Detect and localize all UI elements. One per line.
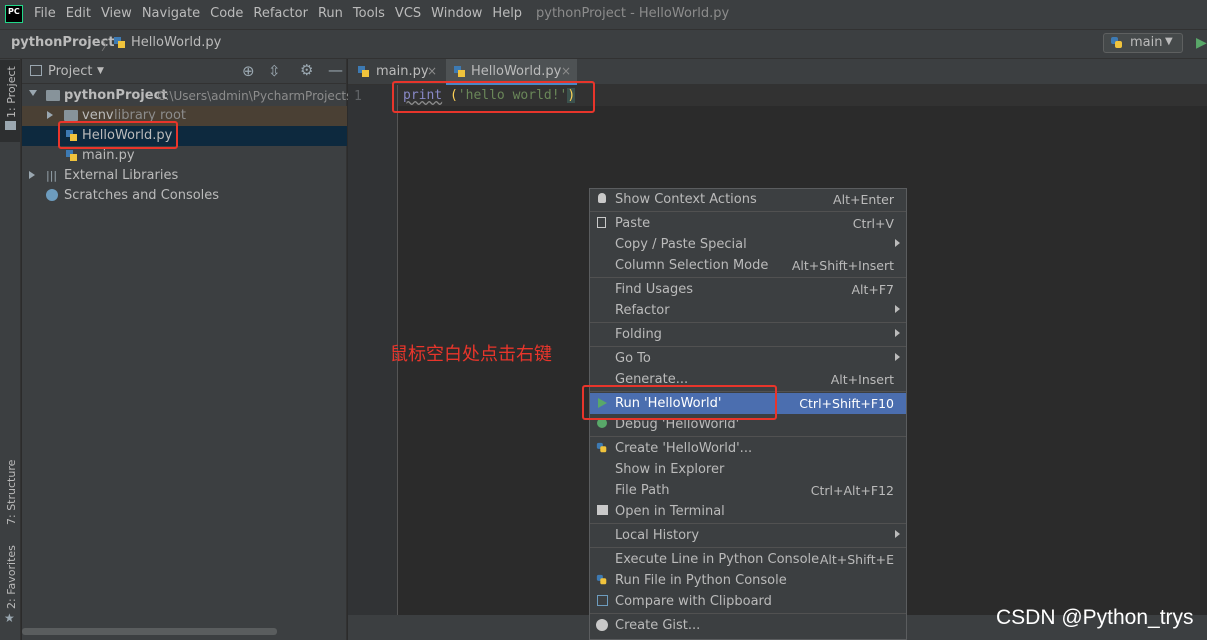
- python-file-icon: [66, 150, 77, 161]
- menu-execute-line-python-console[interactable]: Execute Line in Python Console Alt+Shift…: [590, 549, 906, 570]
- tab-helloworld-label[interactable]: HelloWorld.py: [471, 64, 561, 79]
- gear-icon[interactable]: ⚙: [300, 61, 313, 79]
- terminal-icon: [597, 505, 608, 515]
- menu-create-helloworld[interactable]: Create 'HelloWorld'...: [590, 438, 906, 459]
- submenu-arrow-icon: [895, 530, 900, 538]
- submenu-arrow-icon: [895, 329, 900, 337]
- menu-separator: [590, 547, 906, 548]
- menu-open-in-terminal[interactable]: Open in Terminal: [590, 501, 906, 522]
- menu-refactor[interactable]: Refactor: [590, 300, 906, 321]
- tree-root-path: C:\Users\admin\PycharmProjects: [157, 89, 353, 103]
- python-console-icon: [596, 574, 607, 585]
- project-panel-title[interactable]: Project: [48, 64, 92, 79]
- menu-vcs[interactable]: VCS: [395, 6, 421, 21]
- menu-copy-paste-special[interactable]: Copy / Paste Special: [590, 234, 906, 255]
- star-icon: ★: [4, 611, 15, 625]
- folder-icon: [64, 110, 78, 121]
- python-file-icon: [454, 66, 465, 77]
- menu-window[interactable]: Window: [431, 6, 482, 21]
- stripe-structure-label[interactable]: 7: Structure: [5, 460, 18, 525]
- library-icon: |||: [46, 169, 58, 182]
- tree-root-name[interactable]: pythonProject: [64, 88, 168, 103]
- menu-navigate[interactable]: Navigate: [142, 6, 200, 21]
- run-play-icon[interactable]: ▶: [1196, 35, 1207, 51]
- close-icon[interactable]: ×: [427, 64, 437, 78]
- menu-compare-with-clipboard[interactable]: Compare with Clipboard: [590, 591, 906, 612]
- folder-icon: [5, 121, 16, 130]
- stripe-favorites-label[interactable]: 2: Favorites: [5, 545, 18, 609]
- menu-separator: [590, 277, 906, 278]
- python-file-icon: [114, 37, 125, 48]
- menu-separator: [590, 322, 906, 323]
- breadcrumb-file[interactable]: HelloWorld.py: [131, 35, 221, 50]
- submenu-arrow-icon: [895, 353, 900, 361]
- tree-item-main[interactable]: main.py: [82, 148, 135, 163]
- stripe-project-label[interactable]: 1: Project: [5, 66, 18, 118]
- folder-icon: [46, 90, 60, 101]
- menu-separator: [590, 613, 906, 614]
- menu-show-in-explorer[interactable]: Show in Explorer: [590, 459, 906, 480]
- line-number: 1: [354, 89, 362, 104]
- watermark: CSDN @Python_trys: [996, 606, 1194, 629]
- github-icon: [596, 619, 608, 631]
- menu-create-gist[interactable]: Create Gist...: [590, 615, 906, 636]
- breadcrumb-project[interactable]: pythonProject: [11, 35, 115, 50]
- python-icon: [1111, 37, 1122, 48]
- collapse-all-icon[interactable]: ⇳: [268, 62, 281, 80]
- menu-folding[interactable]: Folding: [590, 324, 906, 345]
- tree-item-external-libraries[interactable]: External Libraries: [64, 168, 178, 183]
- menu-separator: [590, 523, 906, 524]
- annotation-box-file: [58, 121, 178, 149]
- collapse-arrow-icon[interactable]: [47, 111, 53, 119]
- menu-go-to[interactable]: Go To: [590, 348, 906, 369]
- annotation-text: 鼠标空白处点击右键: [390, 344, 552, 365]
- horizontal-scrollbar[interactable]: [22, 628, 277, 635]
- tree-item-scratches[interactable]: Scratches and Consoles: [64, 188, 219, 203]
- menu-run-file-python-console[interactable]: Run File in Python Console: [590, 570, 906, 591]
- main-menu: File Edit View Navigate Code Refactor Ru…: [34, 6, 532, 21]
- menu-find-usages[interactable]: Find Usages Alt+F7: [590, 279, 906, 300]
- close-icon[interactable]: ×: [561, 64, 571, 78]
- paste-icon: [597, 217, 606, 228]
- submenu-arrow-icon: [895, 239, 900, 247]
- menu-code[interactable]: Code: [210, 6, 243, 21]
- menu-edit[interactable]: Edit: [66, 6, 91, 21]
- menu-show-context-actions[interactable]: Show Context Actions Alt+Enter: [590, 189, 906, 210]
- menu-run[interactable]: Run: [318, 6, 343, 21]
- window-title: pythonProject - HelloWorld.py: [536, 6, 730, 21]
- menu-refactor[interactable]: Refactor: [253, 6, 308, 21]
- menu-help[interactable]: Help: [492, 6, 522, 21]
- scratches-icon: [46, 189, 58, 201]
- annotation-box-run: [582, 385, 777, 420]
- locate-crosshair-icon[interactable]: ⊕: [242, 62, 255, 80]
- python-icon: [596, 442, 607, 453]
- menu-separator: [590, 436, 906, 437]
- menu-tools[interactable]: Tools: [353, 6, 385, 21]
- tab-main-label[interactable]: main.py: [376, 64, 429, 79]
- collapse-arrow-icon[interactable]: [29, 171, 35, 179]
- submenu-arrow-icon: [895, 305, 900, 313]
- menu-file-path[interactable]: File Path Ctrl+Alt+F12: [590, 480, 906, 501]
- run-configuration-label: main: [1130, 35, 1163, 50]
- hide-panel-icon[interactable]: —: [328, 61, 343, 79]
- bulb-icon: [598, 193, 606, 203]
- chevron-down-icon: ▼: [1165, 36, 1173, 47]
- menu-separator: [590, 346, 906, 347]
- annotation-box-code: [392, 81, 595, 113]
- chevron-down-icon[interactable]: ▼: [97, 66, 104, 76]
- expand-arrow-icon[interactable]: [29, 90, 37, 96]
- python-file-icon: [358, 66, 369, 77]
- pycharm-logo-icon: PC: [5, 5, 23, 23]
- project-window-icon: [30, 65, 42, 76]
- compare-icon: [597, 595, 608, 606]
- menu-column-selection-mode[interactable]: Column Selection Mode Alt+Shift+Insert: [590, 255, 906, 276]
- menu-separator: [590, 211, 906, 212]
- menu-paste[interactable]: Paste Ctrl+V: [590, 213, 906, 234]
- menu-file[interactable]: File: [34, 6, 56, 21]
- menu-local-history[interactable]: Local History: [590, 525, 906, 546]
- menu-view[interactable]: View: [101, 6, 132, 21]
